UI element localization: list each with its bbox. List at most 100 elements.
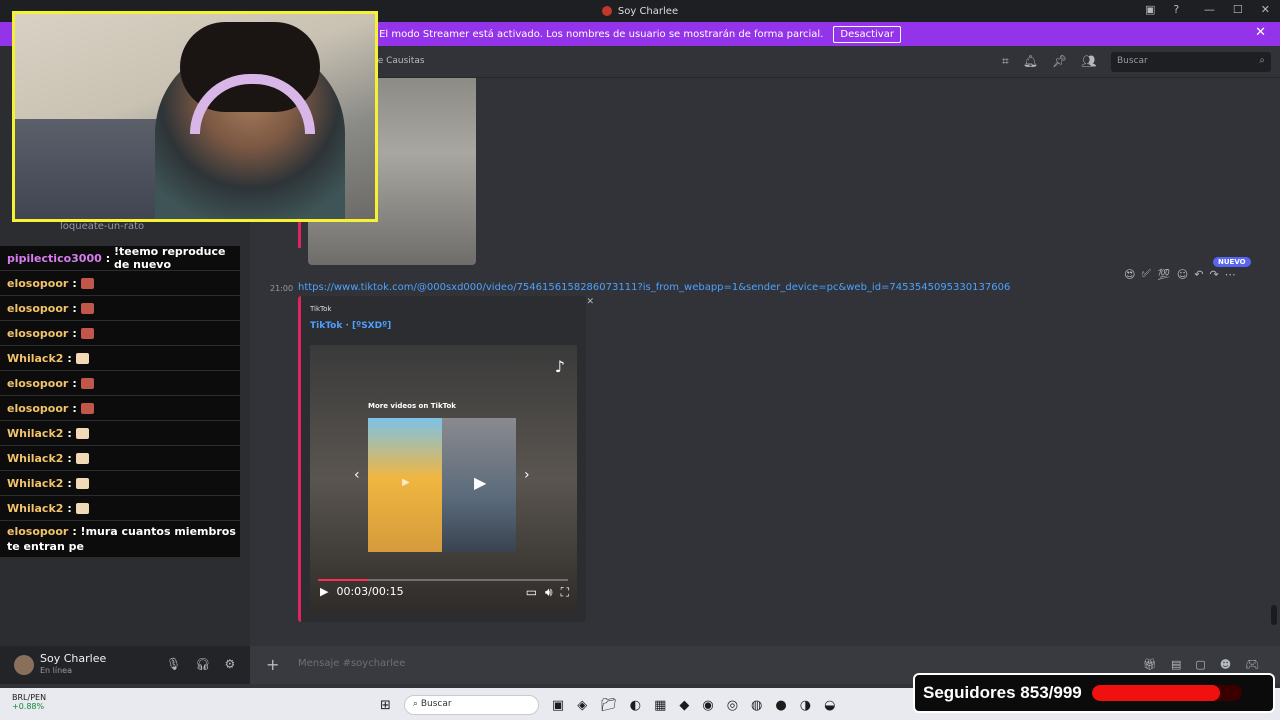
search-icon: ⌕ xyxy=(1259,55,1265,66)
edge-icon[interactable]: ◐ xyxy=(630,698,641,713)
chat-message: elosopoor: xyxy=(0,371,240,395)
gift-icon[interactable]: 🎁︎ xyxy=(1143,658,1157,671)
composer-placeholder: Mensaje #soycharlee xyxy=(298,658,406,669)
forward-icon[interactable]: ↷ xyxy=(1209,268,1218,281)
message-timestamp: 21:00 xyxy=(270,284,294,293)
scrollbar[interactable] xyxy=(1271,605,1277,625)
gif-icon[interactable]: ▤ xyxy=(1171,658,1181,671)
headphones-toggle-icon[interactable]: 🎧︎ xyxy=(195,657,210,671)
channel-name: pe Causitas xyxy=(372,56,425,66)
members-icon[interactable]: 👥︎ xyxy=(1081,54,1096,69)
video-time: 00:03/00:15 xyxy=(336,585,404,598)
task-view-icon[interactable]: ▣ xyxy=(552,698,564,713)
heart-eyes-reaction-icon[interactable]: 😍︎ xyxy=(1124,268,1135,281)
app-icon[interactable]: ◉ xyxy=(702,698,713,713)
minimize-button[interactable]: — xyxy=(1204,3,1215,16)
more-icon[interactable]: ⋯ xyxy=(1225,268,1236,281)
deactivate-button[interactable]: Desactivar xyxy=(833,25,901,43)
user-status: En línea xyxy=(40,666,73,675)
copilot-icon[interactable]: ◈ xyxy=(577,698,587,713)
search-input[interactable]: Buscar ⌕ xyxy=(1111,52,1271,72)
chevron-left-icon[interactable]: ‹ xyxy=(354,467,360,483)
chat-colon: : xyxy=(67,426,76,440)
currency-pair: BRL/PEN xyxy=(12,693,47,702)
play-icon[interactable]: ▶ xyxy=(474,473,486,492)
check-reaction-icon[interactable]: ✅︎ xyxy=(1141,267,1150,281)
chat-colon: : xyxy=(105,251,114,265)
chat-colon: : xyxy=(67,451,76,465)
chat-message: elosopoor: xyxy=(0,396,240,420)
follower-goal-text: Seguidores 853/999 xyxy=(923,683,1082,702)
chat-message: Whilack2: xyxy=(0,446,240,470)
spotify-icon[interactable]: ● xyxy=(775,698,786,713)
chat-colon: : xyxy=(72,326,81,340)
fullscreen-icon[interactable]: ⛶ xyxy=(561,585,569,600)
threads-icon[interactable]: ⌗ xyxy=(1002,54,1009,69)
help-icon[interactable]: ? xyxy=(1173,3,1179,16)
tiktok-link[interactable]: https://www.tiktok.com/@000sxd000/video/… xyxy=(298,282,1010,293)
chat-user: elosopoor xyxy=(7,276,69,290)
hundred-reaction-icon[interactable]: 💯︎ xyxy=(1157,268,1171,281)
sticker-icon[interactable]: ▢ xyxy=(1195,658,1205,671)
activities-icon[interactable]: 🎮︎ xyxy=(1245,658,1259,671)
webcam-overlay xyxy=(12,11,378,222)
chat-user: Whilack2 xyxy=(7,426,64,440)
pin-icon[interactable]: 📌︎ xyxy=(1052,54,1067,69)
video-player[interactable]: ♪ More videos on TikTok ▶ ▶ ‹ › ▶ 00:03/… xyxy=(310,345,577,613)
cream-emote-icon xyxy=(75,427,89,439)
file-explorer-icon[interactable]: 📁︎ xyxy=(600,698,617,713)
chat-user: Whilack2 xyxy=(7,451,64,465)
cream-emote-icon xyxy=(75,452,89,464)
chat-colon: : xyxy=(72,401,81,415)
tiktok-logo-icon: ♪ xyxy=(554,357,565,376)
settings-icon[interactable]: ⚙ xyxy=(224,657,235,671)
chat-colon: : xyxy=(67,351,76,365)
captions-icon[interactable]: ▭ xyxy=(526,585,537,600)
microphone-icon[interactable]: 🎙︎ xyxy=(166,657,181,671)
brick-emote-icon xyxy=(80,277,94,289)
chat-message: pipilectico3000: !teemo reproduce de nue… xyxy=(0,245,240,271)
video-progress[interactable] xyxy=(318,579,568,581)
chat-user: elosopoor xyxy=(7,301,69,315)
screen-share-icon[interactable]: ▣ xyxy=(1145,3,1155,16)
banner-close-icon[interactable]: ✕ xyxy=(1255,25,1266,40)
taskbar-search[interactable]: ⌕ Buscar xyxy=(403,695,539,715)
chat-user: Whilack2 xyxy=(7,476,64,490)
chat-message: elosopoor: xyxy=(0,296,240,320)
windows-start-icon[interactable]: ⊞ xyxy=(380,698,391,713)
close-window-button[interactable]: ✕ xyxy=(1261,3,1270,16)
store-icon[interactable]: ▦ xyxy=(654,698,666,713)
chat-user: elosopoor xyxy=(7,376,69,390)
chat-user: elosopoor xyxy=(7,326,69,340)
currency-change: +0.88% xyxy=(12,702,45,711)
search-placeholder: Buscar xyxy=(1117,56,1148,66)
add-attachment-icon[interactable]: + xyxy=(266,655,279,674)
discord-icon[interactable]: ◒ xyxy=(824,698,835,713)
tiktok-embed: TikTok TikTok · [ºSXDº] ✕ ♪ More videos … xyxy=(298,296,594,622)
embed-close-icon[interactable]: ✕ xyxy=(586,297,594,307)
follower-goal-fill xyxy=(1091,685,1220,701)
window-title-text: Soy Charlee xyxy=(617,5,679,17)
more-videos-label: More videos on TikTok xyxy=(368,402,456,410)
avatar[interactable] xyxy=(14,655,34,675)
brave-icon[interactable]: ◆ xyxy=(679,698,689,713)
bell-icon[interactable]: 🔔︎ xyxy=(1023,54,1038,69)
obs-icon[interactable]: ◑ xyxy=(800,698,811,713)
volume-icon[interactable]: 🔊︎ xyxy=(545,585,553,600)
maximize-button[interactable]: ☐ xyxy=(1233,3,1243,16)
cream-emote-icon xyxy=(75,352,89,364)
currency-widget[interactable]: BRL/PEN +0.88% xyxy=(12,693,46,711)
stream-chat: pipilectico3000: !teemo reproduce de nue… xyxy=(0,245,240,558)
sidebar-item-channel[interactable]: loqueate-un-rato xyxy=(60,221,144,232)
emoji-icon[interactable]: ☻ xyxy=(1220,658,1231,671)
embed-title[interactable]: TikTok · [ºSXDº] xyxy=(310,321,391,331)
reply-icon[interactable]: ↶ xyxy=(1194,268,1203,281)
add-reaction-icon[interactable]: ☺ xyxy=(1177,268,1188,281)
chat-message: Whilack2: xyxy=(0,421,240,445)
chevron-right-icon[interactable]: › xyxy=(524,467,530,483)
chrome-icon[interactable]: ◍ xyxy=(751,698,762,713)
whatsapp-icon[interactable]: ◎ xyxy=(727,698,738,713)
chat-colon: : xyxy=(72,376,81,390)
play-button[interactable]: ▶ xyxy=(320,585,328,598)
brick-emote-icon xyxy=(80,302,94,314)
